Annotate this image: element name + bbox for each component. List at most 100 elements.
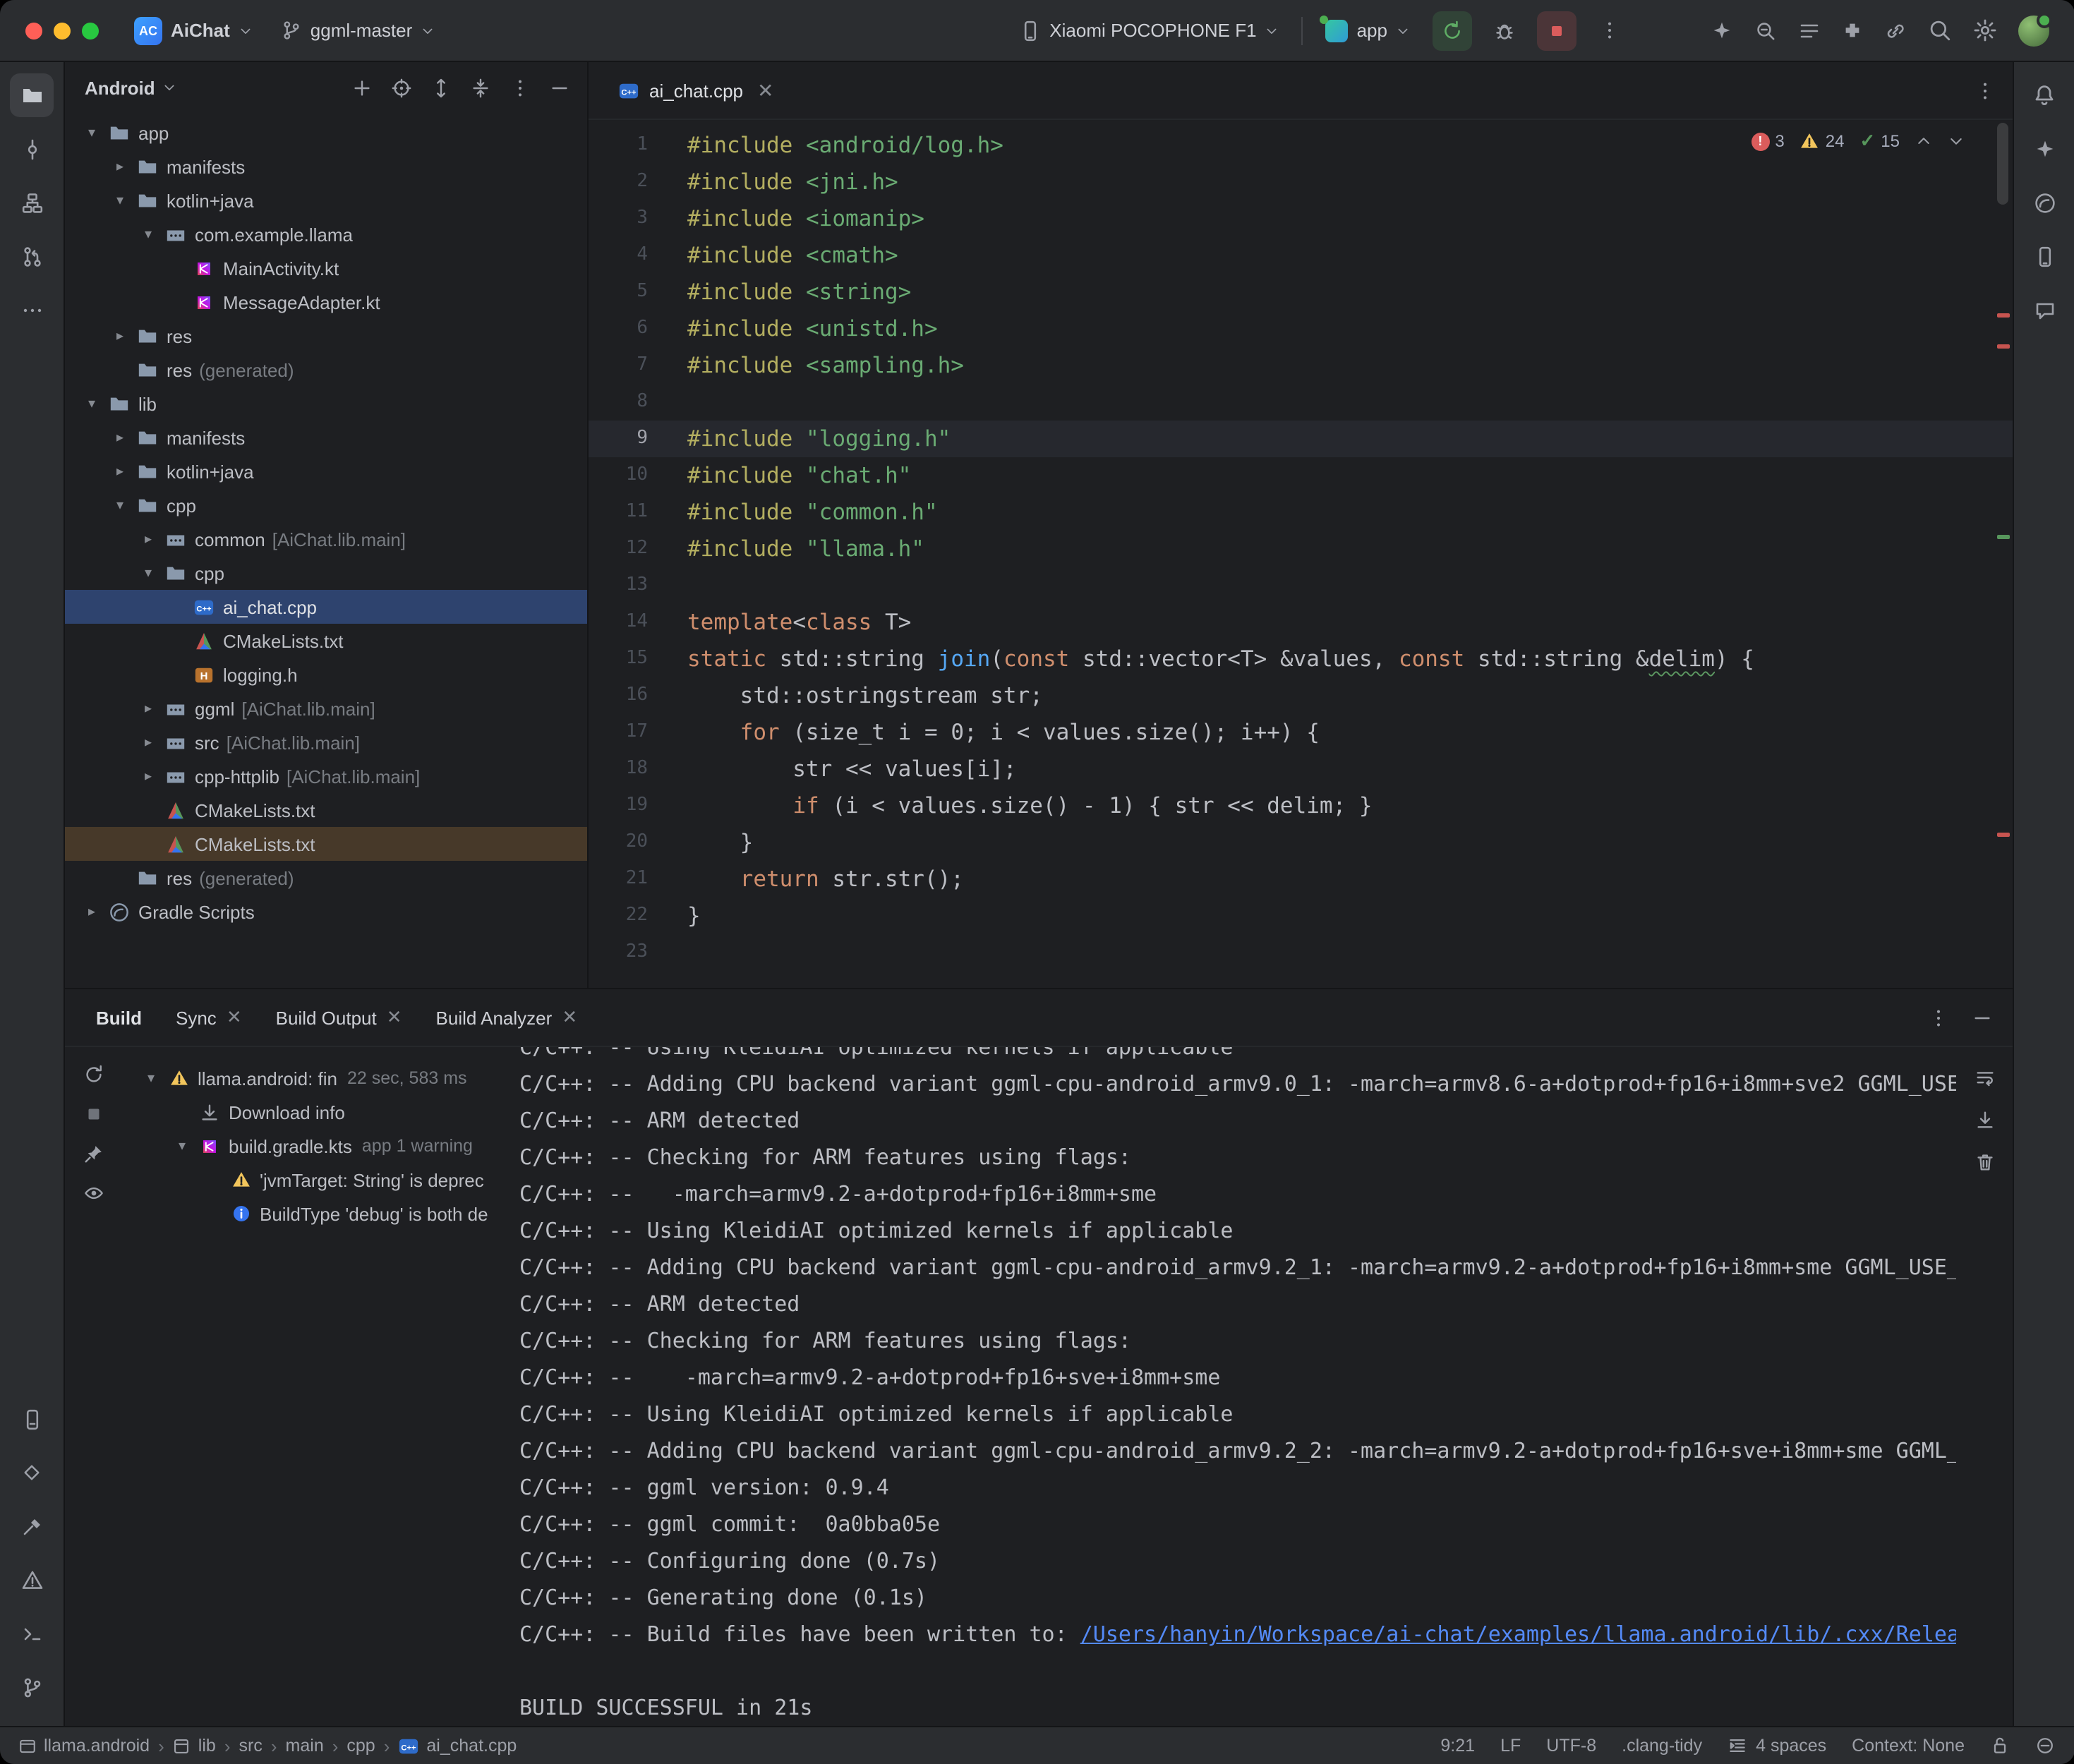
close-tab-icon[interactable]: ✕ <box>387 1006 402 1029</box>
change-stripe-mark[interactable] <box>1997 535 2010 539</box>
project-minus-icon[interactable] <box>549 77 570 98</box>
code-line-10[interactable]: 10#include "chat.h" <box>589 457 2013 494</box>
code-line-12[interactable]: 12#include "llama.h" <box>589 531 2013 567</box>
code-line-13[interactable]: 13 <box>589 567 2013 604</box>
tool-stripe-vcs-branch[interactable] <box>10 1665 54 1709</box>
tool-stripe-more-h[interactable] <box>10 288 54 332</box>
tool-stripe-bubble[interactable] <box>2022 288 2066 332</box>
code-line-23[interactable]: 23 <box>589 934 2013 971</box>
search-icon[interactable] <box>1928 18 1952 42</box>
link-icon[interactable] <box>1884 19 1907 42</box>
project-selector[interactable]: AC AiChat <box>124 11 263 50</box>
debug-button[interactable] <box>1485 11 1524 50</box>
lock-open-icon[interactable] <box>1990 1736 2010 1756</box>
chevron-right-icon[interactable]: ▸ <box>135 531 161 547</box>
eye-icon[interactable] <box>83 1183 104 1204</box>
tool-stripe-app-inspection[interactable] <box>10 1451 54 1494</box>
editor-tab-ai-chat-cpp[interactable]: C++ ai_chat.cpp ✕ <box>605 63 786 118</box>
code-line-21[interactable]: 21 return str.str(); <box>589 861 2013 898</box>
code-line-9[interactable]: 9#include "logging.h" <box>589 421 2013 457</box>
next-issue-icon[interactable] <box>1948 133 1965 150</box>
editor-options-kebab-icon[interactable] <box>1974 80 1996 101</box>
build-tab-build-output[interactable]: Build Output✕ <box>276 1006 402 1029</box>
close-window-button[interactable] <box>25 22 42 39</box>
context-widget[interactable]: Context: None <box>1852 1736 1965 1756</box>
chevron-down-icon[interactable]: ▾ <box>107 497 133 513</box>
inspection-widget[interactable]: ! 3 24 ✓ 15 <box>1751 130 1965 152</box>
console-link[interactable]: /Users/hanyin/Workspace/ai-chat/examples… <box>1080 1621 1956 1647</box>
project-collapse-icon[interactable] <box>470 77 491 98</box>
tree-item-kotlin-java[interactable]: ▸kotlin+java <box>65 454 587 488</box>
tree-item-manifests[interactable]: ▸manifests <box>65 421 587 454</box>
project-plus-icon[interactable] <box>351 77 373 98</box>
pin-icon[interactable] <box>83 1143 104 1164</box>
tool-stripe-terminal[interactable] <box>10 1612 54 1655</box>
tree-item-ai-chat-cpp[interactable]: C++ai_chat.cpp <box>65 590 587 624</box>
tree-item-src[interactable]: ▸src[AiChat.lib.main] <box>65 725 587 759</box>
tree-item-common[interactable]: ▸common[AiChat.lib.main] <box>65 522 587 556</box>
tree-item-cpp[interactable]: ▾cpp <box>65 556 587 590</box>
error-stripe[interactable] <box>1993 120 2013 988</box>
code-line-2[interactable]: 2#include <jni.h> <box>589 164 2013 200</box>
caret-position[interactable]: 9:21 <box>1440 1736 1475 1756</box>
build-tree-item-download-info[interactable]: Download info <box>121 1095 505 1129</box>
chevron-right-icon[interactable]: ▸ <box>107 464 133 479</box>
tree-item-manifests[interactable]: ▸manifests <box>65 150 587 183</box>
code-line-18[interactable]: 18 str << values[i]; <box>589 751 2013 787</box>
code-line-11[interactable]: 11#include "common.h" <box>589 494 2013 531</box>
tool-stripe-bell[interactable] <box>2022 73 2066 117</box>
minimize-window-button[interactable] <box>54 22 71 39</box>
tree-item-gradle-scripts[interactable]: ▸Gradle Scripts <box>65 895 587 929</box>
tree-item-com-example-llama[interactable]: ▾com.example.llama <box>65 217 587 251</box>
tree-item-cpp-httplib[interactable]: ▸cpp-httplib[AiChat.lib.main] <box>65 759 587 793</box>
breadcrumb-main[interactable]: main <box>282 1736 328 1756</box>
tool-stripe-device-explorer[interactable] <box>10 1397 54 1441</box>
build-tab-sync[interactable]: Sync✕ <box>176 1006 242 1029</box>
code-editor[interactable]: 1#include <android/log.h>2#include <jni.… <box>589 120 2013 988</box>
breadcrumb-llama-android[interactable]: llama.android <box>14 1736 154 1756</box>
softwrap-icon[interactable] <box>1974 1067 1995 1088</box>
build-tree-item-jvmtarget-string-is-deprec[interactable]: 'jvmTarget: String' is deprec <box>121 1163 505 1197</box>
code-line-17[interactable]: 17 for (size_t i = 0; i < values.size();… <box>589 714 2013 751</box>
tool-stripe-commit[interactable] <box>10 127 54 171</box>
rerun-icon[interactable] <box>83 1064 104 1085</box>
trash-icon[interactable] <box>1974 1152 1995 1173</box>
warning-count[interactable]: 24 <box>1800 131 1845 151</box>
analysis-config[interactable]: .clang-tidy <box>1622 1736 1702 1756</box>
code-line-5[interactable]: 5#include <string> <box>589 274 2013 310</box>
code-line-22[interactable]: 22} <box>589 898 2013 934</box>
chevron-right-icon[interactable]: ▸ <box>107 159 133 174</box>
close-tab-icon[interactable]: ✕ <box>562 1006 577 1029</box>
run-button[interactable] <box>1433 11 1472 50</box>
stop-gray-icon[interactable] <box>83 1104 104 1125</box>
breadcrumb-ai-chat-cpp[interactable]: C++ai_chat.cpp <box>394 1735 521 1756</box>
editor-scrollbar-thumb[interactable] <box>1997 123 2008 205</box>
project-view-selector[interactable]: Android <box>85 77 155 98</box>
tool-stripe-pull-request[interactable] <box>10 234 54 278</box>
device-selector[interactable]: Xiaomi POCOPHONE F1 <box>1008 13 1289 47</box>
tool-stripe-folder-project[interactable] <box>10 73 54 117</box>
project-target-icon[interactable] <box>391 77 412 98</box>
code-line-20[interactable]: 20 } <box>589 824 2013 861</box>
chevron-right-icon[interactable]: ▸ <box>135 701 161 716</box>
tree-item-mainactivity-kt[interactable]: MainActivity.kt <box>65 251 587 285</box>
line-separator[interactable]: LF <box>1500 1736 1521 1756</box>
chevron-right-icon[interactable]: ▸ <box>107 328 133 344</box>
inspect-icon[interactable] <box>1754 19 1777 42</box>
chevron-down-icon[interactable]: ▾ <box>107 193 133 208</box>
chevron-down-icon[interactable]: ▾ <box>169 1138 195 1154</box>
passed-count[interactable]: ✓ 15 <box>1859 130 1900 152</box>
tree-item-messageadapter-kt[interactable]: MessageAdapter.kt <box>65 285 587 319</box>
chevron-down-icon[interactable]: ▾ <box>135 226 161 242</box>
tree-item-cpp[interactable]: ▾cpp <box>65 488 587 522</box>
tree-item-lib[interactable]: ▾lib <box>65 387 587 421</box>
code-line-6[interactable]: 6#include <unistd.h> <box>589 310 2013 347</box>
stop-button[interactable] <box>1537 11 1576 50</box>
code-line-16[interactable]: 16 std::ostringstream str; <box>589 677 2013 714</box>
project-expand-icon[interactable] <box>430 77 452 98</box>
indicator-icon[interactable] <box>2035 1736 2055 1756</box>
tree-item-cmakelists-txt[interactable]: CMakeLists.txt <box>65 793 587 827</box>
error-stripe-mark[interactable] <box>1997 344 2010 349</box>
indent-setting[interactable]: 4 spaces <box>1728 1736 1826 1756</box>
chevron-right-icon[interactable]: ▸ <box>135 768 161 784</box>
